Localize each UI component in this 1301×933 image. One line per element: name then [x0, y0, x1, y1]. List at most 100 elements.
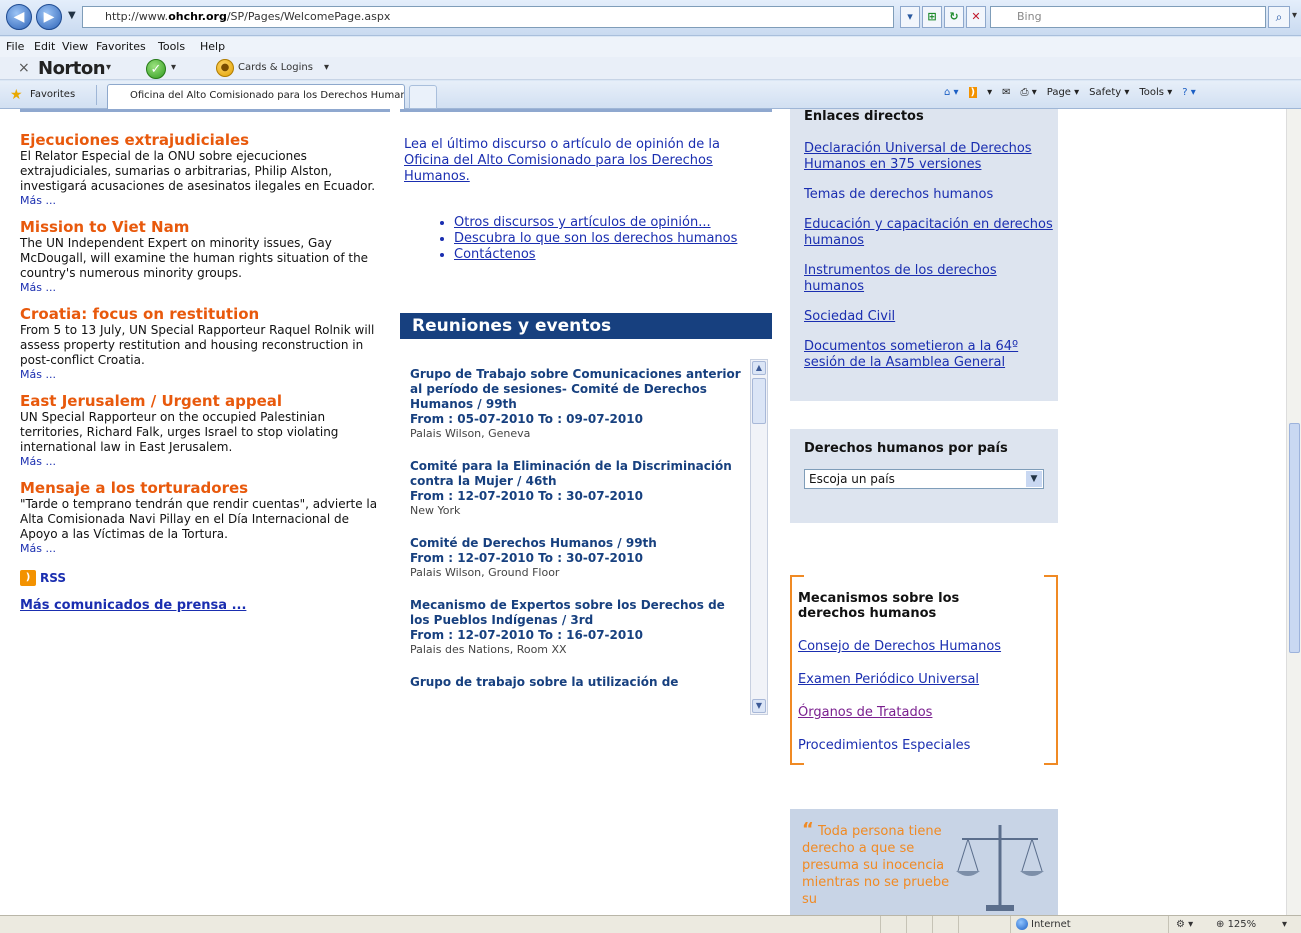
- menu-favorites[interactable]: Favorites: [96, 40, 146, 53]
- address-bar[interactable]: http://www.ohchr.org/SP/Pages/WelcomePag…: [82, 6, 894, 28]
- event-title[interactable]: Comité para la Eliminación de la Discrim…: [410, 459, 746, 489]
- search-input[interactable]: Bing: [990, 6, 1266, 28]
- council-link[interactable]: Consejo de Derechos Humanos: [798, 639, 1048, 655]
- news-title[interactable]: Croatia: focus on restitution: [20, 305, 390, 323]
- scroll-down-icon[interactable]: ▼: [752, 699, 766, 713]
- event-title[interactable]: Mecanismo de Expertos sobre los Derechos…: [410, 598, 746, 628]
- more-link[interactable]: Más ...: [20, 368, 390, 382]
- page-menu[interactable]: Page ▾: [1047, 87, 1079, 98]
- identity-safe-dropdown-icon[interactable]: ▾: [324, 62, 329, 73]
- back-button[interactable]: ◀: [6, 4, 32, 30]
- event-place: Palais Wilson, Geneva: [410, 427, 531, 440]
- event-item: Grupo de trabajo sobre la utilización de: [410, 675, 746, 690]
- news-title[interactable]: Mission to Viet Nam: [20, 218, 390, 236]
- forward-button[interactable]: ▶: [36, 4, 62, 30]
- identity-safe-icon[interactable]: ●: [216, 59, 234, 77]
- tools-menu[interactable]: Tools ▾: [1139, 87, 1172, 98]
- menu-tools[interactable]: Tools: [158, 40, 185, 53]
- menu-help[interactable]: Help: [200, 40, 225, 53]
- scroll-up-icon[interactable]: ▲: [752, 361, 766, 375]
- menu-view[interactable]: View: [62, 40, 88, 53]
- event-date: From : 12-07-2010 To : 30-07-2010: [410, 489, 643, 503]
- home-icon[interactable]: ⌂ ▾: [944, 87, 959, 98]
- more-link[interactable]: Más ...: [20, 455, 390, 469]
- contact-link[interactable]: Contáctenos: [454, 247, 536, 262]
- compatibility-icon[interactable]: ⊞: [922, 6, 942, 28]
- feeds-dropdown-icon[interactable]: ▾: [987, 87, 992, 98]
- event-item: Mecanismo de Expertos sobre los Derechos…: [410, 598, 746, 657]
- page-scrollbar[interactable]: [1286, 109, 1301, 915]
- safety-menu[interactable]: Safety ▾: [1089, 87, 1129, 98]
- protected-mode-icon[interactable]: ⚙ ▾: [1176, 919, 1193, 930]
- norton-dropdown-icon[interactable]: ▾: [106, 62, 111, 73]
- mail-icon[interactable]: ✉: [1002, 87, 1010, 98]
- press-releases-link[interactable]: Más comunicados de prensa ...: [20, 598, 390, 613]
- stop-icon[interactable]: ✕: [966, 6, 986, 28]
- topics-link[interactable]: Temas de derechos humanos: [804, 187, 1054, 203]
- news-title[interactable]: Mensaje a los torturadores: [20, 479, 390, 497]
- more-link[interactable]: Más ...: [20, 194, 390, 208]
- zoom-level[interactable]: ⊕ 125%: [1216, 919, 1256, 930]
- udhr-link[interactable]: Declaración Universal de Derechos Humano…: [804, 141, 1054, 173]
- history-dropdown-icon[interactable]: ▼: [68, 10, 76, 21]
- education-link[interactable]: Educación y capacitación en derechos hum…: [804, 217, 1054, 249]
- feeds-icon[interactable]: ): [968, 87, 978, 98]
- zoom-dropdown-icon[interactable]: ▾: [1282, 919, 1287, 930]
- events-scroll-box[interactable]: Grupo de Trabajo sobre Comunicaciones an…: [400, 353, 772, 719]
- news-body: The UN Independent Expert on minority is…: [20, 236, 369, 280]
- speech-link[interactable]: Oficina del Alto Comisionado para los De…: [404, 153, 713, 184]
- news-column: Ejecuciones extrajudiciales El Relator E…: [20, 131, 390, 613]
- scroll-thumb[interactable]: [752, 378, 766, 424]
- address-toolbar: ◀ ▶ ▼ e http://www.ohchr.org/SP/Pages/We…: [0, 0, 1301, 36]
- quote-banner[interactable]: “ Toda persona tiene derecho a que se pr…: [790, 809, 1058, 915]
- chevron-down-icon[interactable]: ▼: [1026, 471, 1042, 487]
- country-select[interactable]: Escoja un país ▼: [804, 469, 1044, 489]
- event-title[interactable]: Grupo de Trabajo sobre Comunicaciones an…: [410, 367, 746, 412]
- search-options-icon[interactable]: ▾: [1292, 10, 1297, 21]
- upr-link[interactable]: Examen Periódico Universal: [798, 672, 1048, 688]
- civil-society-link[interactable]: Sociedad Civil: [804, 309, 1054, 325]
- norton-logo[interactable]: Norton: [38, 58, 106, 79]
- favorites-star-icon[interactable]: ★: [10, 87, 23, 103]
- favorites-button[interactable]: Favorites: [30, 89, 75, 100]
- print-icon[interactable]: ⎙ ▾: [1021, 87, 1037, 98]
- more-link[interactable]: Más ...: [20, 542, 390, 556]
- rss-link[interactable]: ) RSS: [20, 570, 390, 586]
- rss-label: RSS: [40, 571, 66, 585]
- security-zone[interactable]: Internet: [1016, 918, 1071, 930]
- zone-label: Internet: [1031, 919, 1071, 930]
- special-procedures-link[interactable]: Procedimientos Especiales: [798, 738, 1048, 754]
- news-body: From 5 to 13 July, UN Special Rapporteur…: [20, 323, 375, 367]
- news-body: UN Special Rapporteur on the occupied Pa…: [20, 410, 339, 454]
- news-title[interactable]: East Jerusalem / Urgent appeal: [20, 392, 390, 410]
- identity-safe-label[interactable]: Cards & Logins: [238, 62, 313, 73]
- page-scroll-thumb[interactable]: [1289, 423, 1300, 653]
- search-icon[interactable]: ⌕: [1268, 6, 1290, 28]
- safe-check-dropdown-icon[interactable]: ▾: [171, 62, 176, 73]
- more-link[interactable]: Más ...: [20, 281, 390, 295]
- country-box: Derechos humanos por país Escoja un país…: [790, 429, 1058, 523]
- events-scrollbar[interactable]: ▲ ▼: [750, 359, 768, 715]
- address-domain: ohchr.org: [168, 10, 227, 23]
- news-title[interactable]: Ejecuciones extrajudiciales: [20, 131, 390, 149]
- discover-rights-link[interactable]: Descubra lo que son los derechos humanos: [454, 231, 737, 246]
- other-speeches-link[interactable]: Otros discursos y artículos de opinión..…: [454, 215, 711, 230]
- norton-close-icon[interactable]: ×: [18, 60, 30, 76]
- event-title[interactable]: Comité de Derechos Humanos / 99th: [410, 536, 746, 551]
- help-icon[interactable]: ? ▾: [1182, 87, 1196, 98]
- news-item: Croatia: focus on restitution From 5 to …: [20, 305, 390, 382]
- tab-active[interactable]: Oficina del Alto Comisionado para los De…: [107, 84, 405, 109]
- treaty-bodies-link[interactable]: Órganos de Tratados: [798, 705, 1048, 721]
- new-tab-button[interactable]: [409, 85, 437, 109]
- refresh-icon[interactable]: ↻: [944, 6, 964, 28]
- menu-edit[interactable]: Edit: [34, 40, 55, 53]
- documents-link[interactable]: Documentos sometieron a la 64º sesión de…: [804, 339, 1054, 371]
- quote-body: Toda persona tiene derecho a que se pres…: [802, 824, 950, 907]
- menu-file[interactable]: File: [6, 40, 24, 53]
- list-item: Descubra lo que son los derechos humanos: [454, 231, 758, 247]
- address-dropdown-icon[interactable]: ▾: [900, 6, 920, 28]
- instruments-link[interactable]: Instrumentos de los derechos humanos: [804, 263, 1054, 295]
- divider: [1168, 916, 1169, 933]
- event-title[interactable]: Grupo de trabajo sobre la utilización de: [410, 675, 746, 690]
- safe-check-icon[interactable]: ✓: [146, 59, 166, 79]
